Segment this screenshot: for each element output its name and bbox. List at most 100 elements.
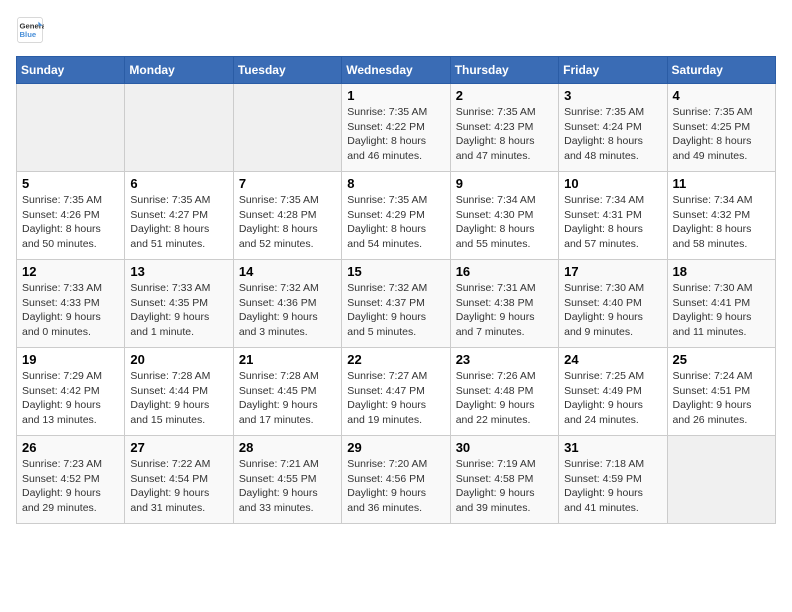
calendar-cell: 6 Sunrise: 7:35 AMSunset: 4:27 PMDaylight… [125,172,233,260]
day-number: 1 [347,88,444,103]
calendar-cell: 30Sunrise: 7:19 AMSunset: 4:58 PMDayligh… [450,436,558,524]
day-number: 15 [347,264,444,279]
calendar-cell: 8 Sunrise: 7:35 AMSunset: 4:29 PMDaylight… [342,172,450,260]
day-number: 4 [673,88,770,103]
calendar-body: 1 Sunrise: 7:35 AMSunset: 4:22 PMDaylight… [17,84,776,524]
day-number: 25 [673,352,770,367]
day-number: 20 [130,352,227,367]
calendar-cell: 17Sunrise: 7:30 AMSunset: 4:40 PMDayligh… [559,260,667,348]
day-info: Sunrise: 7:31 AMSunset: 4:38 PMDaylight:… [456,281,553,340]
day-number: 23 [456,352,553,367]
day-info: Sunrise: 7:35 AMSunset: 4:27 PMDaylight:… [130,193,227,252]
day-number: 8 [347,176,444,191]
calendar-cell: 7 Sunrise: 7:35 AMSunset: 4:28 PMDaylight… [233,172,341,260]
day-info: Sunrise: 7:21 AMSunset: 4:55 PMDaylight:… [239,457,336,516]
day-number: 22 [347,352,444,367]
weekday-header-sunday: Sunday [17,57,125,84]
weekday-header-friday: Friday [559,57,667,84]
day-info: Sunrise: 7:30 AMSunset: 4:41 PMDaylight:… [673,281,770,340]
weekday-header-tuesday: Tuesday [233,57,341,84]
day-info: Sunrise: 7:27 AMSunset: 4:47 PMDaylight:… [347,369,444,428]
day-info: Sunrise: 7:35 AMSunset: 4:25 PMDaylight:… [673,105,770,164]
day-info: Sunrise: 7:34 AMSunset: 4:31 PMDaylight:… [564,193,661,252]
calendar-cell: 1 Sunrise: 7:35 AMSunset: 4:22 PMDaylight… [342,84,450,172]
day-number: 24 [564,352,661,367]
calendar-cell: 10 Sunrise: 7:34 AMSunset: 4:31 PMDayligh… [559,172,667,260]
weekday-header-wednesday: Wednesday [342,57,450,84]
logo: General Blue [16,16,44,44]
day-number: 18 [673,264,770,279]
calendar-cell: 29 Sunrise: 7:20 AMSunset: 4:56 PMDayligh… [342,436,450,524]
day-info: Sunrise: 7:35 AMSunset: 4:29 PMDaylight:… [347,193,444,252]
day-info: Sunrise: 7:34 AMSunset: 4:30 PMDaylight:… [456,193,553,252]
calendar-cell: 12 Sunrise: 7:33 AMSunset: 4:33 PMDayligh… [17,260,125,348]
day-number: 11 [673,176,770,191]
calendar-cell: 4 Sunrise: 7:35 AMSunset: 4:25 PMDaylight… [667,84,775,172]
calendar-cell [667,436,775,524]
svg-text:Blue: Blue [20,30,37,39]
day-info: Sunrise: 7:20 AMSunset: 4:56 PMDaylight:… [347,457,444,516]
calendar-cell: 13Sunrise: 7:33 AMSunset: 4:35 PMDayligh… [125,260,233,348]
page-header: General Blue [16,16,776,44]
logo-icon: General Blue [16,16,44,44]
day-number: 12 [22,264,119,279]
calendar-table: SundayMondayTuesdayWednesdayThursdayFrid… [16,56,776,524]
day-number: 27 [130,440,227,455]
calendar-cell: 2 Sunrise: 7:35 AMSunset: 4:23 PMDaylight… [450,84,558,172]
svg-text:General: General [20,22,45,31]
day-info: Sunrise: 7:23 AMSunset: 4:52 PMDaylight:… [22,457,119,516]
day-info: Sunrise: 7:30 AMSunset: 4:40 PMDaylight:… [564,281,661,340]
calendar-cell: 25 Sunrise: 7:24 AMSunset: 4:51 PMDayligh… [667,348,775,436]
calendar-cell: 23 Sunrise: 7:26 AMSunset: 4:48 PMDayligh… [450,348,558,436]
week-row-4: 19Sunrise: 7:29 AMSunset: 4:42 PMDayligh… [17,348,776,436]
day-number: 10 [564,176,661,191]
calendar-cell: 3Sunrise: 7:35 AMSunset: 4:24 PMDaylight… [559,84,667,172]
week-row-1: 1 Sunrise: 7:35 AMSunset: 4:22 PMDaylight… [17,84,776,172]
calendar-cell: 11 Sunrise: 7:34 AMSunset: 4:32 PMDayligh… [667,172,775,260]
day-info: Sunrise: 7:29 AMSunset: 4:42 PMDaylight:… [22,369,119,428]
day-info: Sunrise: 7:32 AMSunset: 4:37 PMDaylight:… [347,281,444,340]
day-info: Sunrise: 7:35 AMSunset: 4:28 PMDaylight:… [239,193,336,252]
calendar-cell: 31 Sunrise: 7:18 AMSunset: 4:59 PMDayligh… [559,436,667,524]
day-number: 14 [239,264,336,279]
day-number: 2 [456,88,553,103]
day-number: 6 [130,176,227,191]
calendar-cell: 5Sunrise: 7:35 AMSunset: 4:26 PMDaylight… [17,172,125,260]
calendar-cell: 28 Sunrise: 7:21 AMSunset: 4:55 PMDayligh… [233,436,341,524]
calendar-cell: 22 Sunrise: 7:27 AMSunset: 4:47 PMDayligh… [342,348,450,436]
day-info: Sunrise: 7:18 AMSunset: 4:59 PMDaylight:… [564,457,661,516]
calendar-cell: 16Sunrise: 7:31 AMSunset: 4:38 PMDayligh… [450,260,558,348]
day-info: Sunrise: 7:33 AMSunset: 4:33 PMDaylight:… [22,281,119,340]
day-info: Sunrise: 7:19 AMSunset: 4:58 PMDaylight:… [456,457,553,516]
week-row-5: 26 Sunrise: 7:23 AMSunset: 4:52 PMDayligh… [17,436,776,524]
day-number: 31 [564,440,661,455]
calendar-cell: 20Sunrise: 7:28 AMSunset: 4:44 PMDayligh… [125,348,233,436]
weekday-header-monday: Monday [125,57,233,84]
day-number: 5 [22,176,119,191]
day-number: 28 [239,440,336,455]
week-row-3: 12 Sunrise: 7:33 AMSunset: 4:33 PMDayligh… [17,260,776,348]
weekday-header-thursday: Thursday [450,57,558,84]
day-number: 29 [347,440,444,455]
day-info: Sunrise: 7:33 AMSunset: 4:35 PMDaylight:… [130,281,227,340]
day-number: 21 [239,352,336,367]
day-info: Sunrise: 7:32 AMSunset: 4:36 PMDaylight:… [239,281,336,340]
day-number: 3 [564,88,661,103]
day-info: Sunrise: 7:35 AMSunset: 4:23 PMDaylight:… [456,105,553,164]
calendar-cell: 21 Sunrise: 7:28 AMSunset: 4:45 PMDayligh… [233,348,341,436]
day-info: Sunrise: 7:26 AMSunset: 4:48 PMDaylight:… [456,369,553,428]
day-info: Sunrise: 7:35 AMSunset: 4:22 PMDaylight:… [347,105,444,164]
calendar-cell: 9Sunrise: 7:34 AMSunset: 4:30 PMDaylight… [450,172,558,260]
day-info: Sunrise: 7:28 AMSunset: 4:45 PMDaylight:… [239,369,336,428]
day-info: Sunrise: 7:34 AMSunset: 4:32 PMDaylight:… [673,193,770,252]
day-info: Sunrise: 7:24 AMSunset: 4:51 PMDaylight:… [673,369,770,428]
week-row-2: 5Sunrise: 7:35 AMSunset: 4:26 PMDaylight… [17,172,776,260]
day-info: Sunrise: 7:22 AMSunset: 4:54 PMDaylight:… [130,457,227,516]
calendar-cell [125,84,233,172]
calendar-cell [17,84,125,172]
calendar-cell: 26 Sunrise: 7:23 AMSunset: 4:52 PMDayligh… [17,436,125,524]
calendar-cell: 27 Sunrise: 7:22 AMSunset: 4:54 PMDayligh… [125,436,233,524]
day-number: 26 [22,440,119,455]
day-number: 7 [239,176,336,191]
calendar-cell: 14 Sunrise: 7:32 AMSunset: 4:36 PMDayligh… [233,260,341,348]
